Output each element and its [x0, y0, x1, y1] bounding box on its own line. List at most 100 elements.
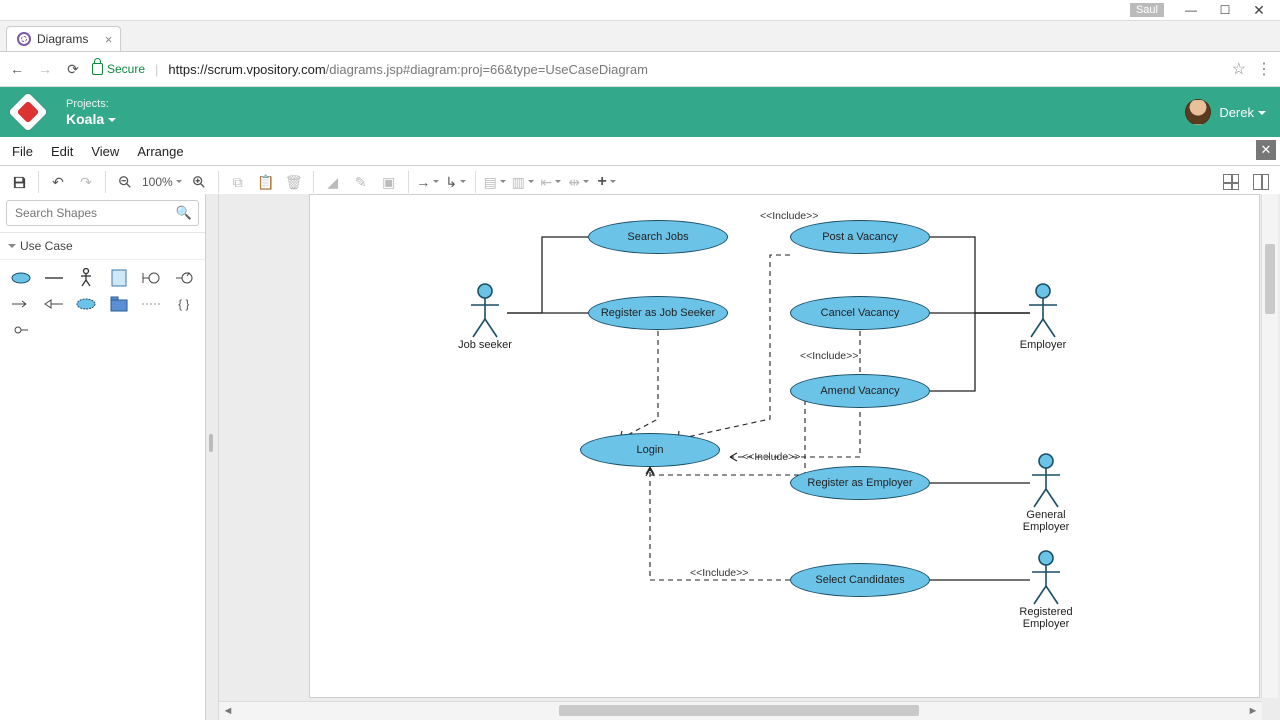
- shape-package-icon[interactable]: [106, 294, 133, 314]
- actor-label: General Employer: [1002, 509, 1090, 533]
- shape-actor-icon[interactable]: [73, 268, 100, 288]
- actor-label: Employer: [1008, 339, 1078, 351]
- usecase-label: Register as Job Seeker: [601, 307, 715, 319]
- shape-line-icon[interactable]: [41, 268, 68, 288]
- tab-close-icon[interactable]: ×: [105, 32, 113, 47]
- include-label: <<Include>>: [760, 210, 818, 222]
- actor-job-seeker[interactable]: Job seeker: [450, 283, 520, 351]
- copy-button[interactable]: ⧉: [225, 169, 251, 195]
- usecase-post-vacancy[interactable]: Post a Vacancy: [790, 220, 930, 254]
- shape-palette: { }: [0, 260, 205, 348]
- usecase-register-employer[interactable]: Register as Employer: [790, 466, 930, 500]
- shadow-button[interactable]: ▣: [376, 169, 402, 195]
- distribute-button[interactable]: ⇹: [566, 169, 592, 195]
- shape-panel: 🔍 Use Case { }: [0, 194, 206, 720]
- add-element-button[interactable]: +: [594, 169, 620, 195]
- nav-reload-button[interactable]: ⟳: [64, 61, 82, 78]
- undo-button[interactable]: ↶: [45, 169, 71, 195]
- zoom-out-button[interactable]: [112, 169, 138, 195]
- scroll-right-icon[interactable]: ►: [1246, 704, 1260, 718]
- connector-straight-button[interactable]: →: [415, 169, 441, 195]
- layout-single-button[interactable]: [1218, 169, 1244, 195]
- connector-elbow-button[interactable]: ↳: [443, 169, 469, 195]
- url-display[interactable]: https://scrum.vpository.com/diagrams.jsp…: [168, 62, 1221, 77]
- align-button[interactable]: ⇤: [538, 169, 564, 195]
- actor-employer[interactable]: Employer: [1008, 283, 1078, 351]
- user-avatar[interactable]: [1185, 99, 1211, 125]
- zoom-dropdown[interactable]: 100%: [140, 175, 184, 189]
- usecase-login[interactable]: Login: [580, 433, 720, 467]
- window-close-button[interactable]: ✕: [1242, 0, 1276, 20]
- usecase-cancel-vacancy[interactable]: Cancel Vacancy: [790, 296, 930, 330]
- line-color-button[interactable]: ✎: [348, 169, 374, 195]
- search-icon: 🔍: [176, 205, 192, 221]
- browser-address-bar: ← → ⟳ Secure | https://scrum.vpository.c…: [0, 52, 1280, 87]
- layout-split-button[interactable]: [1248, 169, 1274, 195]
- workspace: 🔍 Use Case { }: [0, 194, 1280, 720]
- chevron-down-icon: [1258, 111, 1266, 119]
- search-shapes-input[interactable]: 🔍: [6, 200, 199, 226]
- include-label: <<Include>>: [800, 350, 858, 362]
- to-back-button[interactable]: ▥: [510, 169, 536, 195]
- horizontal-scrollbar[interactable]: ◄ ►: [219, 701, 1262, 720]
- usecase-select-candidates[interactable]: Select Candidates: [790, 563, 930, 597]
- shape-constraint-icon[interactable]: { }: [171, 294, 198, 314]
- panel-resize-gutter[interactable]: [206, 194, 219, 720]
- redo-button[interactable]: ↷: [73, 169, 99, 195]
- shape-dependency-icon[interactable]: [138, 294, 165, 314]
- shape-usecase-icon[interactable]: [8, 268, 35, 288]
- user-menu[interactable]: Derek: [1219, 105, 1266, 120]
- shape-connector-icon[interactable]: [8, 320, 35, 340]
- tab-title: Diagrams: [37, 32, 88, 46]
- window-maximize-button[interactable]: ☐: [1208, 0, 1242, 20]
- app-header: Projects: Koala Derek: [0, 87, 1280, 137]
- paste-button[interactable]: 📋: [253, 169, 279, 195]
- usecase-search-jobs[interactable]: Search Jobs: [588, 220, 728, 254]
- nav-back-button[interactable]: ←: [8, 61, 26, 77]
- chevron-down-icon: [8, 244, 16, 252]
- projects-label: Projects:: [66, 97, 116, 112]
- menu-file[interactable]: File: [12, 144, 33, 159]
- fill-color-button[interactable]: ◢: [320, 169, 346, 195]
- shape-generalization-icon[interactable]: [41, 294, 68, 314]
- scrollbar-thumb[interactable]: [559, 705, 919, 716]
- chevron-down-icon: [176, 180, 182, 186]
- menu-view[interactable]: View: [91, 144, 119, 159]
- window-minimize-button[interactable]: —: [1174, 0, 1208, 20]
- project-switcher[interactable]: Projects: Koala: [66, 97, 116, 127]
- actor-label: Job seeker: [450, 339, 520, 351]
- actor-registered-employer[interactable]: Registered Employer: [995, 550, 1097, 630]
- shape-boundary-icon[interactable]: [138, 268, 165, 288]
- scrollbar-thumb[interactable]: [1265, 244, 1275, 314]
- app-logo[interactable]: [8, 92, 48, 132]
- zoom-value: 100%: [142, 175, 173, 189]
- usecase-label: Search Jobs: [627, 231, 688, 243]
- usecase-label: Select Candidates: [815, 574, 904, 586]
- to-front-button[interactable]: ▤: [482, 169, 508, 195]
- browser-menu-icon[interactable]: ⋮: [1256, 59, 1272, 79]
- save-button[interactable]: [6, 169, 32, 195]
- shape-control-icon[interactable]: [171, 268, 198, 288]
- canvas-area: Job seeker Employer General Employer Reg…: [219, 194, 1280, 720]
- usecase-amend-vacancy[interactable]: Amend Vacancy: [790, 374, 930, 408]
- project-name: Koala: [66, 111, 104, 127]
- usecase-register-seeker[interactable]: Register as Job Seeker: [588, 296, 728, 330]
- shape-association-icon[interactable]: [8, 294, 35, 314]
- menu-arrange[interactable]: Arrange: [137, 144, 183, 159]
- bookmark-icon[interactable]: ☆: [1232, 59, 1246, 79]
- diagram-canvas[interactable]: Job seeker Employer General Employer Reg…: [309, 194, 1260, 698]
- zoom-in-button[interactable]: [186, 169, 212, 195]
- browser-tab[interactable]: Diagrams ×: [6, 26, 121, 51]
- vertical-scrollbar[interactable]: [1261, 194, 1278, 698]
- delete-button[interactable]: 🗑: [281, 169, 307, 195]
- scroll-left-icon[interactable]: ◄: [221, 704, 235, 718]
- shape-collaboration-icon[interactable]: [73, 294, 100, 314]
- nav-forward-button[interactable]: →: [36, 61, 54, 77]
- shape-system-icon[interactable]: [106, 268, 133, 288]
- actor-general-employer[interactable]: General Employer: [1002, 453, 1090, 533]
- menu-edit[interactable]: Edit: [51, 144, 73, 159]
- palette-section-header[interactable]: Use Case: [0, 233, 205, 260]
- user-name: Derek: [1219, 105, 1254, 120]
- close-panel-button[interactable]: ✕: [1256, 140, 1276, 160]
- search-input-field[interactable]: [13, 205, 176, 221]
